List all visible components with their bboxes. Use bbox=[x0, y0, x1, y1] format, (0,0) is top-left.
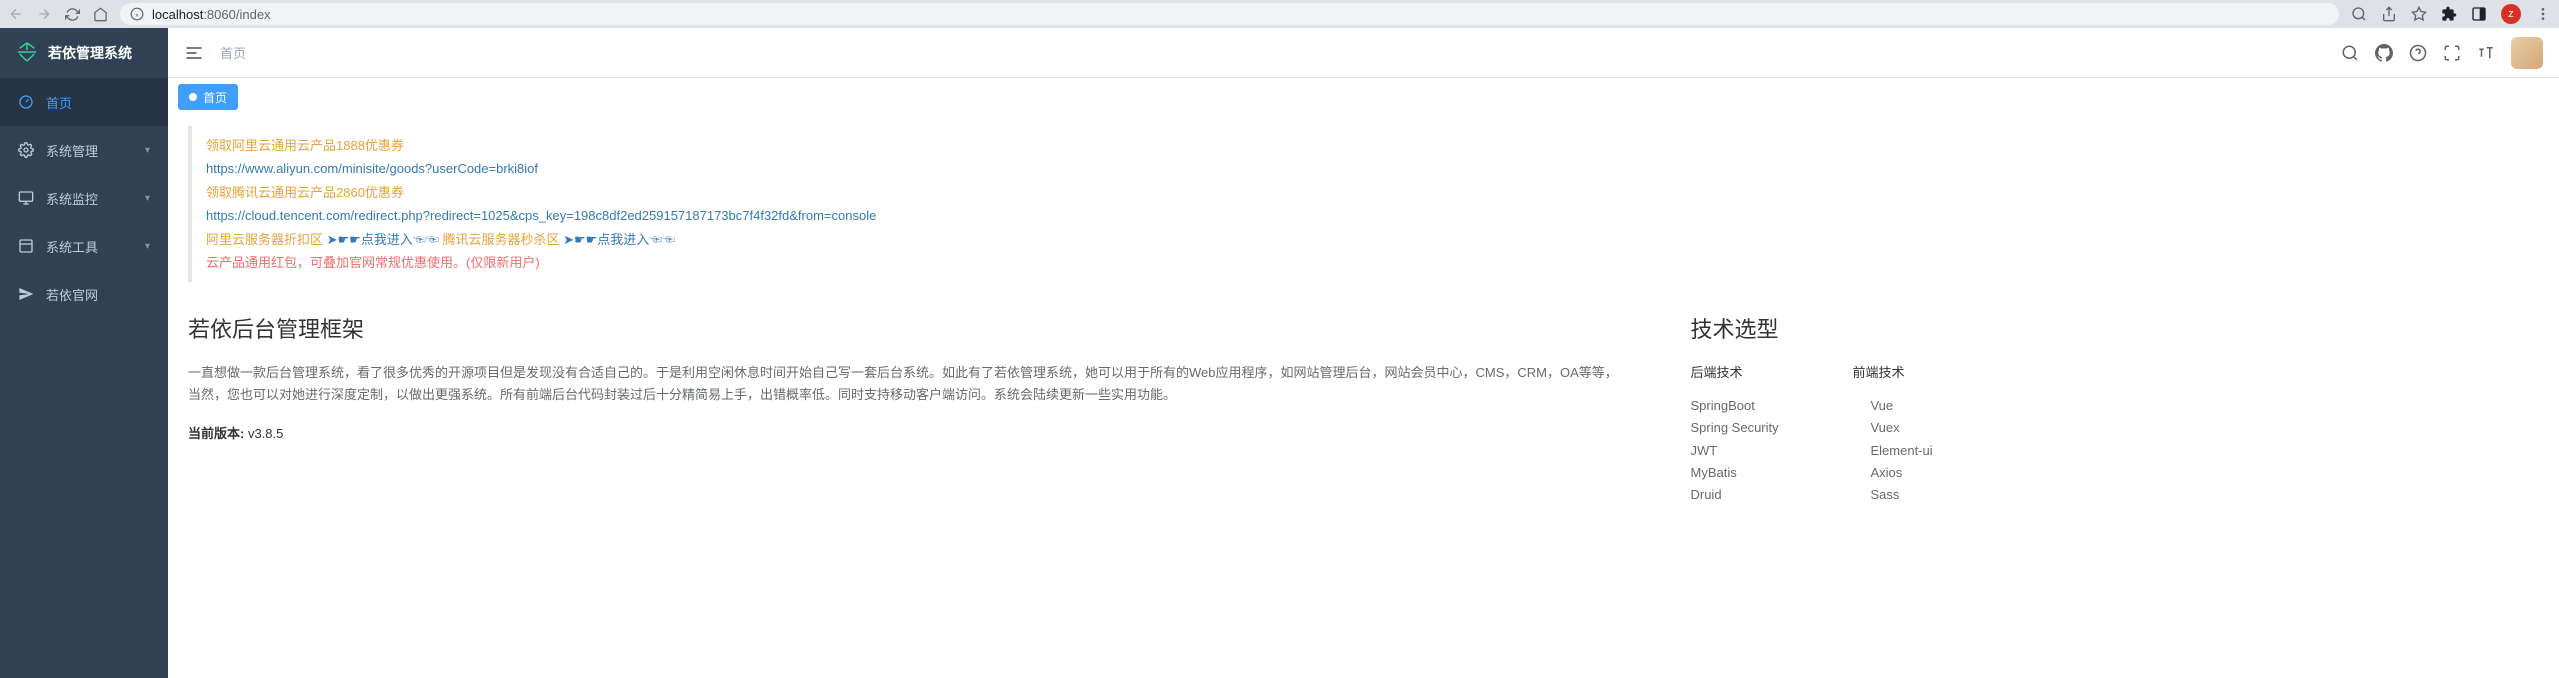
sidebar-item-label: 系统管理 bbox=[46, 141, 98, 160]
list-item: Sass bbox=[1870, 484, 1980, 506]
chevron-down-icon: ▾ bbox=[145, 241, 150, 252]
frontend-label: 前端技术 bbox=[1853, 362, 1905, 381]
browser-url-bar[interactable]: localhost:8060/index bbox=[120, 3, 2339, 25]
chevron-down-icon: ▾ bbox=[145, 145, 150, 156]
github-icon[interactable] bbox=[2375, 44, 2393, 62]
plane-icon bbox=[18, 286, 34, 302]
tech-title: 技术选型 bbox=[1690, 312, 2539, 344]
sidebar-item-system-manage[interactable]: 系统管理 ▾ bbox=[0, 126, 168, 174]
promo-text: 领取腾讯云通用云产品2860优惠券 bbox=[206, 185, 404, 200]
promo-text: 云产品通用红包，可叠加官网常规优惠使用。(仅限新用户) bbox=[206, 255, 540, 270]
sidebar-item-system-monitor[interactable]: 系统监控 ▾ bbox=[0, 174, 168, 222]
browser-home-icon[interactable] bbox=[92, 6, 108, 22]
logo-text: 若依管理系统 bbox=[48, 43, 132, 63]
list-item: Vue bbox=[1870, 395, 1980, 417]
logo-icon bbox=[16, 41, 38, 66]
monitor-icon bbox=[18, 190, 34, 206]
sidebar-item-system-tools[interactable]: 系统工具 ▾ bbox=[0, 222, 168, 270]
tool-icon bbox=[18, 238, 34, 254]
topbar: 首页 bbox=[168, 28, 2559, 78]
app-container: 若依管理系统 首页 系统管理 ▾ 系统监控 ▾ 系统工具 ▾ 若依官网 bbox=[0, 28, 2559, 678]
fullscreen-icon[interactable] bbox=[2443, 44, 2461, 62]
list-item: Druid bbox=[1690, 484, 1800, 506]
gear-icon bbox=[18, 142, 34, 158]
sidebar-item-label: 系统监控 bbox=[46, 189, 98, 208]
list-item: SpringBoot bbox=[1690, 395, 1800, 417]
zoom-icon[interactable] bbox=[2351, 6, 2367, 22]
sidebar-item-home[interactable]: 首页 bbox=[0, 78, 168, 126]
frontend-list: Vue Vuex Element-ui Axios Sass bbox=[1870, 395, 1980, 505]
backend-list: SpringBoot Spring Security JWT MyBatis D… bbox=[1690, 395, 1800, 505]
url-text: localhost:8060/index bbox=[152, 7, 271, 22]
main-area: 首页 首页 领取阿里云通用云产品1888优惠券 https://www.aliy… bbox=[168, 28, 2559, 678]
promo-text: 阿里云服务器折扣区 bbox=[206, 232, 327, 247]
tab-active-dot bbox=[189, 93, 197, 101]
sidebar-item-official-site[interactable]: 若依官网 bbox=[0, 270, 168, 318]
tabs-bar: 首页 bbox=[168, 78, 2559, 116]
info-icon bbox=[130, 7, 144, 21]
browser-reload-icon[interactable] bbox=[64, 6, 80, 22]
content-area: 领取阿里云通用云产品1888优惠券 https://www.aliyun.com… bbox=[168, 116, 2559, 678]
info-row: 若依后台管理框架 一直想做一款后台管理系统，看了很多优秀的开源项目但是发现没有合… bbox=[188, 312, 2539, 505]
list-item: Spring Security bbox=[1690, 417, 1800, 439]
tech-column: 技术选型 后端技术 前端技术 SpringBoot Spring Securit… bbox=[1690, 312, 2539, 505]
chevron-down-icon: ▾ bbox=[145, 193, 150, 204]
help-icon[interactable] bbox=[2409, 44, 2427, 62]
hamburger-icon[interactable] bbox=[184, 43, 204, 63]
bookmark-star-icon[interactable] bbox=[2411, 6, 2427, 22]
browser-chrome: localhost:8060/index z bbox=[0, 0, 2559, 28]
intro-body: 一直想做一款后台管理系统，看了很多优秀的开源项目但是发现没有合适自己的。于是利用… bbox=[188, 362, 1630, 406]
list-item: Element-ui bbox=[1870, 440, 1980, 462]
promo-link[interactable]: ➤☛☛点我进入☜☜ bbox=[563, 232, 675, 247]
list-item: Vuex bbox=[1870, 417, 1980, 439]
user-avatar[interactable] bbox=[2511, 37, 2543, 69]
tab-label: 首页 bbox=[203, 89, 227, 106]
browser-forward-icon[interactable] bbox=[36, 6, 52, 22]
search-icon[interactable] bbox=[2341, 44, 2359, 62]
intro-column: 若依后台管理框架 一直想做一款后台管理系统，看了很多优秀的开源项目但是发现没有合… bbox=[188, 312, 1630, 505]
tab-home[interactable]: 首页 bbox=[178, 84, 238, 110]
share-icon[interactable] bbox=[2381, 6, 2397, 22]
browser-back-icon[interactable] bbox=[8, 6, 24, 22]
promo-link[interactable]: https://www.aliyun.com/minisite/goods?us… bbox=[206, 161, 538, 176]
sidebar-item-label: 首页 bbox=[46, 93, 72, 112]
list-item: Axios bbox=[1870, 462, 1980, 484]
dashboard-icon bbox=[18, 94, 34, 110]
promo-text: 领取阿里云通用云产品1888优惠券 bbox=[206, 138, 404, 153]
extensions-icon[interactable] bbox=[2441, 6, 2457, 22]
browser-profile-avatar[interactable]: z bbox=[2501, 4, 2521, 24]
browser-menu-icon[interactable] bbox=[2535, 6, 2551, 22]
logo[interactable]: 若依管理系统 bbox=[0, 28, 168, 78]
font-size-icon[interactable] bbox=[2477, 44, 2495, 62]
promo-text: 腾讯云服务器秒杀区 bbox=[442, 232, 563, 247]
sidebar: 若依管理系统 首页 系统管理 ▾ 系统监控 ▾ 系统工具 ▾ 若依官网 bbox=[0, 28, 168, 678]
promo-block: 领取阿里云通用云产品1888优惠券 https://www.aliyun.com… bbox=[188, 126, 2539, 282]
list-item: MyBatis bbox=[1690, 462, 1800, 484]
breadcrumb: 首页 bbox=[220, 43, 246, 62]
sidebar-item-label: 系统工具 bbox=[46, 237, 98, 256]
promo-link[interactable]: https://cloud.tencent.com/redirect.php?r… bbox=[206, 208, 876, 223]
promo-link[interactable]: ➤☛☛点我进入☜☜ bbox=[327, 232, 439, 247]
backend-label: 后端技术 bbox=[1690, 362, 1742, 381]
intro-title: 若依后台管理框架 bbox=[188, 312, 1630, 344]
list-item: JWT bbox=[1690, 440, 1800, 462]
sidebar-item-label: 若依官网 bbox=[46, 285, 98, 304]
version-line: 当前版本: v3.8.5 bbox=[188, 423, 1630, 442]
sidepanel-icon[interactable] bbox=[2471, 6, 2487, 22]
